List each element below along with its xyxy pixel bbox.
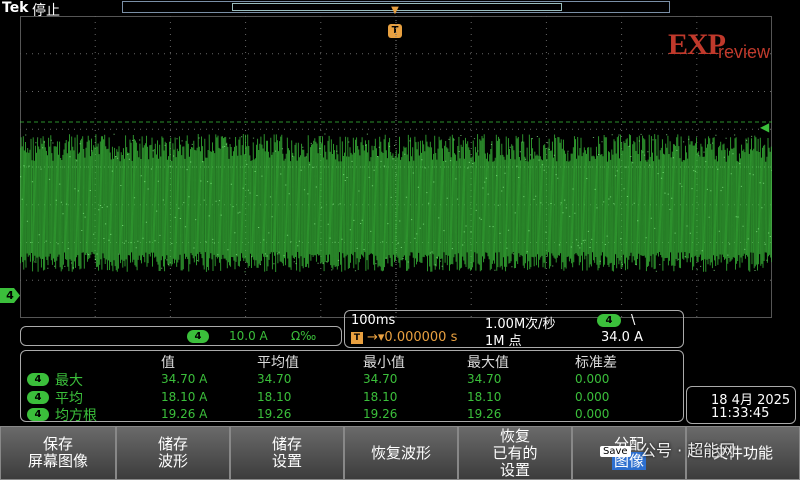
button-label: 屏幕图像: [27, 452, 88, 470]
timebase-readout: 100ms: [351, 313, 396, 328]
measurement-panel[interactable]: 值 平均值 最小值 最大值 标准差 4 最大 34.70 A 34.70 34.…: [20, 350, 684, 424]
meas-header-stddev: 标准差: [575, 355, 617, 371]
meas-cell: 18.10: [467, 390, 502, 404]
meas-header-value: 值: [161, 355, 175, 371]
meas-cell: 0.000: [575, 407, 610, 421]
button-label: 设置: [271, 452, 302, 470]
meas-cell: 19.26: [363, 407, 398, 421]
meas-row-badge: 4: [27, 391, 49, 404]
trigger-delay-readout: →▾0.000000 s: [367, 330, 458, 345]
meas-header-mean: 平均值: [257, 355, 299, 371]
meas-cell: 0.000: [575, 390, 610, 404]
record-length-readout: 1M 点: [485, 334, 522, 349]
ch4-vertical-scale: 10.0 A: [229, 329, 268, 343]
waveform-display: [20, 16, 772, 318]
ch4-coupling: Ω‰: [291, 329, 317, 343]
trigger-source-badge: 4: [597, 314, 621, 327]
meas-cell: 19.26: [467, 407, 502, 421]
meas-row-label: 最大: [55, 373, 83, 389]
trigger-delay-icon: T: [351, 332, 363, 344]
save-screen-image-button[interactable]: 保存 屏幕图像: [0, 426, 116, 480]
tek-brand-logo: Tek: [2, 0, 29, 16]
save-setup-button[interactable]: 储存 设置: [230, 426, 344, 480]
trigger-level-icon[interactable]: ◀: [760, 120, 769, 134]
ch4-ground-marker[interactable]: 4: [0, 288, 20, 303]
meas-cell: 34.70 A: [161, 372, 208, 386]
button-label: 保存: [42, 435, 73, 453]
meas-row-badge: 4: [27, 408, 49, 421]
meas-cell: 34.70: [467, 372, 502, 386]
meas-cell: 18.10: [257, 390, 292, 404]
meas-header-min: 最小值: [363, 355, 405, 371]
meas-cell: 19.26: [257, 407, 292, 421]
meas-cell: 0.000: [575, 372, 610, 386]
time-readout: 11:33:45: [711, 406, 770, 421]
horizontal-trigger-panel[interactable]: 100ms T →▾0.000000 s 1.00M次/秒 1M 点 4 \ 3…: [344, 310, 684, 349]
meas-header-max: 最大值: [467, 355, 509, 371]
meas-row-label: 均方根: [55, 408, 97, 424]
save-tag: Save: [600, 446, 631, 457]
datetime-box[interactable]: 18 4月 2025 11:33:45: [686, 386, 796, 424]
meas-row-badge: 4: [27, 373, 49, 386]
button-label: 设置: [499, 460, 530, 479]
ch4-badge: 4: [187, 330, 209, 343]
button-label: 已有的: [492, 443, 538, 462]
button-label: 储存: [157, 435, 188, 453]
meas-cell: 34.70: [363, 372, 398, 386]
meas-cell: 18.10: [363, 390, 398, 404]
expreview-watermark-logo: EXP review: [668, 28, 771, 62]
overlay-watermark-text: 公号 · 超能网: [640, 441, 736, 460]
recall-setup-button[interactable]: 恢复 已有的 设置: [458, 426, 572, 480]
recall-waveform-button[interactable]: 恢复波形: [344, 426, 458, 480]
button-label: 波形: [157, 452, 188, 470]
trigger-slope-icon: \: [631, 313, 636, 328]
button-label: 恢复波形: [370, 443, 431, 462]
meas-cell: 19.26 A: [161, 407, 208, 421]
button-label: 储存: [271, 435, 302, 453]
button-label: 恢复: [499, 426, 530, 445]
meas-cell: 18.10 A: [161, 390, 208, 404]
trigger-level-readout: 34.0 A: [601, 330, 643, 345]
save-waveform-button[interactable]: 储存 波形: [116, 426, 230, 480]
channel-readout-panel[interactable]: 4 10.0 A Ω‰: [20, 326, 342, 346]
meas-cell: 34.70: [257, 372, 292, 386]
